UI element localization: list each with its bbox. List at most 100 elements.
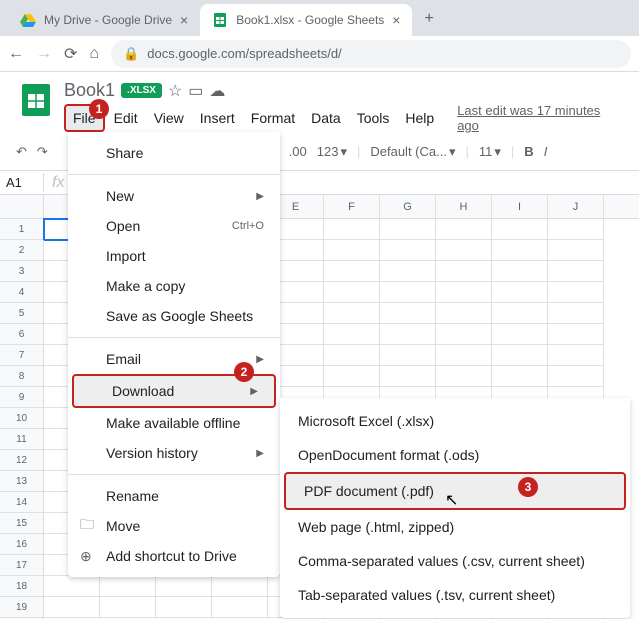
row-header[interactable]: 7 xyxy=(0,345,44,366)
cell[interactable] xyxy=(324,282,380,303)
cell[interactable] xyxy=(380,366,436,387)
menu-import[interactable]: Import xyxy=(68,241,280,271)
row-header[interactable]: 11 xyxy=(0,429,44,450)
col-header[interactable]: G xyxy=(380,195,436,218)
cell[interactable] xyxy=(436,282,492,303)
font-size[interactable]: 11 ▾ xyxy=(479,144,501,160)
cell[interactable] xyxy=(492,324,548,345)
redo-button[interactable]: ↷ xyxy=(37,144,48,160)
document-title[interactable]: Book1 xyxy=(64,80,115,101)
cell[interactable] xyxy=(100,597,156,618)
cell[interactable] xyxy=(44,576,100,597)
increase-decimal[interactable]: .00 xyxy=(289,144,307,159)
cell[interactable] xyxy=(436,345,492,366)
cell[interactable] xyxy=(548,261,604,282)
row-header[interactable]: 18 xyxy=(0,576,44,597)
cell[interactable] xyxy=(324,366,380,387)
cell[interactable] xyxy=(212,597,268,618)
menu-new[interactable]: New▶ xyxy=(68,181,280,211)
home-button[interactable]: ⌂ xyxy=(89,45,99,63)
menu-insert[interactable]: Insert xyxy=(193,106,242,130)
menu-open[interactable]: OpenCtrl+O xyxy=(68,211,280,241)
cell[interactable] xyxy=(156,597,212,618)
cell[interactable] xyxy=(436,303,492,324)
download-csv[interactable]: Comma-separated values (.csv, current sh… xyxy=(280,544,630,578)
menu-edit[interactable]: Edit xyxy=(107,106,145,130)
close-icon[interactable]: × xyxy=(392,12,400,28)
row-header[interactable]: 17 xyxy=(0,555,44,576)
name-box[interactable]: A1 xyxy=(0,173,44,192)
row-header[interactable]: 4 xyxy=(0,282,44,303)
cell[interactable] xyxy=(548,240,604,261)
cell[interactable] xyxy=(324,240,380,261)
download-xlsx[interactable]: Microsoft Excel (.xlsx) xyxy=(280,404,630,438)
cell[interactable] xyxy=(436,324,492,345)
browser-tab-sheets[interactable]: Book1.xlsx - Google Sheets × xyxy=(200,4,412,36)
cell[interactable] xyxy=(436,219,492,240)
cell[interactable] xyxy=(44,597,100,618)
cell[interactable] xyxy=(548,366,604,387)
cell[interactable] xyxy=(324,261,380,282)
back-button[interactable]: ← xyxy=(8,45,24,63)
cell[interactable] xyxy=(380,219,436,240)
cell[interactable] xyxy=(548,282,604,303)
cell[interactable] xyxy=(492,282,548,303)
cell[interactable] xyxy=(492,240,548,261)
close-icon[interactable]: × xyxy=(180,12,188,28)
forward-button[interactable]: → xyxy=(36,45,52,63)
menu-offline[interactable]: Make available offline xyxy=(68,408,280,438)
cell[interactable] xyxy=(548,324,604,345)
cell[interactable] xyxy=(380,261,436,282)
menu-add-shortcut[interactable]: ⊕Add shortcut to Drive xyxy=(68,541,280,571)
col-header[interactable]: H xyxy=(436,195,492,218)
cell[interactable] xyxy=(492,366,548,387)
row-header[interactable]: 13 xyxy=(0,471,44,492)
menu-save-as-sheets[interactable]: Save as Google Sheets xyxy=(68,301,280,331)
cell[interactable] xyxy=(156,576,212,597)
cell[interactable] xyxy=(492,345,548,366)
last-edit-link[interactable]: Last edit was 17 minutes ago xyxy=(457,103,623,133)
cell[interactable] xyxy=(548,219,604,240)
cell[interactable] xyxy=(380,345,436,366)
row-header[interactable]: 5 xyxy=(0,303,44,324)
row-header[interactable]: 8 xyxy=(0,366,44,387)
format-dropdown[interactable]: 123 ▾ xyxy=(317,144,347,160)
cell[interactable] xyxy=(492,261,548,282)
cell[interactable] xyxy=(380,282,436,303)
cell[interactable] xyxy=(100,576,156,597)
menu-help[interactable]: Help xyxy=(398,106,441,130)
menu-tools[interactable]: Tools xyxy=(350,106,397,130)
bold-button[interactable]: B xyxy=(524,144,533,159)
font-dropdown[interactable]: Default (Ca... ▾ xyxy=(370,144,455,160)
menu-make-copy[interactable]: Make a copy xyxy=(68,271,280,301)
col-header[interactable]: F xyxy=(324,195,380,218)
row-header[interactable]: 12 xyxy=(0,450,44,471)
cell[interactable] xyxy=(380,324,436,345)
cell[interactable] xyxy=(492,219,548,240)
col-header[interactable]: I xyxy=(492,195,548,218)
row-header[interactable]: 9 xyxy=(0,387,44,408)
menu-rename[interactable]: Rename xyxy=(68,481,280,511)
row-header[interactable]: 6 xyxy=(0,324,44,345)
cell[interactable] xyxy=(548,345,604,366)
star-icon[interactable]: ☆ xyxy=(168,81,182,101)
cell[interactable] xyxy=(548,303,604,324)
cell[interactable] xyxy=(380,303,436,324)
col-header[interactable]: J xyxy=(548,195,604,218)
move-icon[interactable]: ▭ xyxy=(188,81,203,101)
cell[interactable] xyxy=(324,219,380,240)
cell[interactable] xyxy=(324,303,380,324)
cell[interactable] xyxy=(436,240,492,261)
cell[interactable] xyxy=(436,366,492,387)
row-header[interactable]: 3 xyxy=(0,261,44,282)
reload-button[interactable]: ⟳ xyxy=(64,44,77,64)
download-ods[interactable]: OpenDocument format (.ods) xyxy=(280,438,630,472)
undo-button[interactable]: ↶ xyxy=(16,144,27,160)
new-tab-button[interactable]: + xyxy=(412,2,445,36)
row-header[interactable]: 1 xyxy=(0,219,44,240)
row-header[interactable]: 16 xyxy=(0,534,44,555)
row-header[interactable]: 14 xyxy=(0,492,44,513)
row-header[interactable]: 19 xyxy=(0,597,44,618)
download-tsv[interactable]: Tab-separated values (.tsv, current shee… xyxy=(280,578,630,612)
cell[interactable] xyxy=(380,240,436,261)
